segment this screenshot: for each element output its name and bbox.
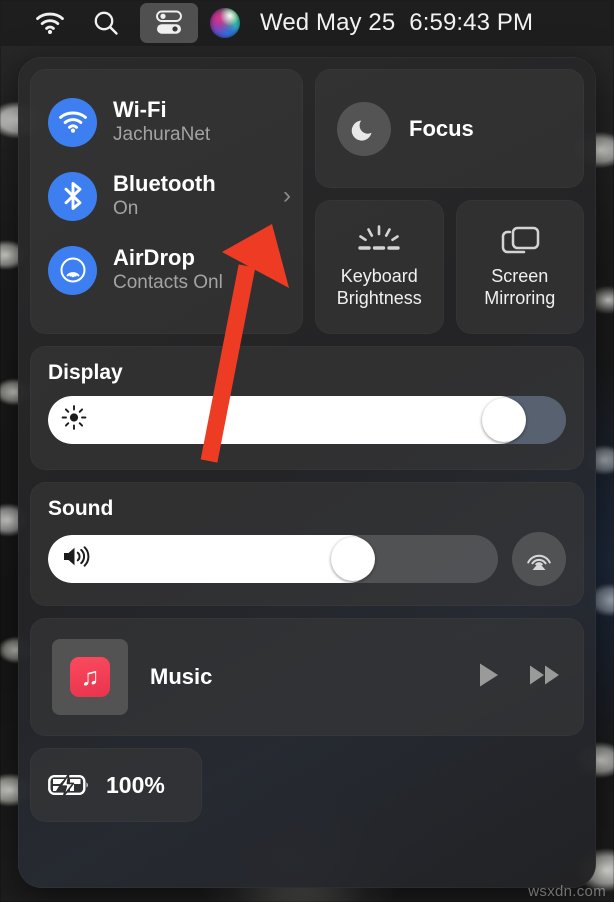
airdrop-text: AirDrop Contacts Onl xyxy=(113,245,223,295)
music-next-button[interactable] xyxy=(528,662,562,693)
bluetooth-icon-circle xyxy=(48,171,97,221)
screen-mirroring-tile[interactable]: Screen Mirroring xyxy=(455,200,584,334)
focus-label: Focus xyxy=(409,115,474,141)
bluetooth-text: Bluetooth On xyxy=(113,171,216,221)
bluetooth-status: On xyxy=(113,198,139,219)
display-slider-row xyxy=(48,396,566,444)
display-card: Display xyxy=(30,346,584,470)
bluetooth-icon xyxy=(64,182,81,210)
brightness-icon xyxy=(61,405,87,430)
focus-control[interactable]: Focus xyxy=(315,69,584,188)
screen: Wed May 25 6:59:43 PM Wi-Fi JachuraNet B… xyxy=(0,0,614,902)
speaker-icon xyxy=(64,546,90,567)
airdrop-control[interactable]: AirDrop Contacts Onl xyxy=(30,233,303,307)
battery-card[interactable]: 100% xyxy=(30,748,202,822)
wifi-status: JachuraNet xyxy=(113,124,211,145)
wifi-control[interactable]: Wi-Fi JachuraNet xyxy=(30,85,303,159)
airdrop-label: AirDrop xyxy=(113,245,195,270)
music-controls xyxy=(476,661,562,694)
moon-icon xyxy=(351,120,372,141)
sound-title: Sound xyxy=(48,497,114,520)
focus-icon-circle xyxy=(337,101,391,156)
bluetooth-label: Bluetooth xyxy=(113,171,216,196)
wifi-icon xyxy=(36,12,64,34)
airplay-audio-button[interactable] xyxy=(512,532,566,586)
display-slider-fill xyxy=(48,396,525,444)
wifi-text: Wi-Fi JachuraNet xyxy=(113,97,210,147)
airplay-audio-icon xyxy=(527,554,551,570)
sound-slider-fill xyxy=(48,535,374,583)
music-now-playing-card[interactable]: ♫ Music xyxy=(30,618,584,736)
speaker-icon-wrap xyxy=(61,545,91,574)
connectivity-card: Wi-Fi JachuraNet Bluetooth On › AirDrop … xyxy=(30,69,303,334)
wifi-label: Wi-Fi xyxy=(113,97,167,122)
brightness-icon-wrap xyxy=(61,405,87,436)
bluetooth-control[interactable]: Bluetooth On › xyxy=(30,159,303,233)
menubar-control-center-button[interactable] xyxy=(140,3,198,43)
play-icon xyxy=(480,663,498,686)
keyboard-brightness-label: Keyboard Brightness xyxy=(336,266,422,308)
airdrop-icon xyxy=(60,257,85,283)
control-center-panel: Wi-Fi JachuraNet Bluetooth On › AirDrop … xyxy=(18,57,596,888)
control-center-top-row: Wi-Fi JachuraNet Bluetooth On › AirDrop … xyxy=(30,69,584,334)
sound-card: Sound xyxy=(30,482,584,606)
fast-forward-icon xyxy=(530,665,559,684)
search-icon xyxy=(94,11,118,35)
menubar-clock[interactable]: Wed May 25 6:59:43 PM xyxy=(260,9,533,37)
screen-mirroring-icon xyxy=(501,226,539,254)
sound-slider-row xyxy=(48,532,566,586)
watermark: wsxdn.com xyxy=(528,883,606,900)
menubar-search-icon[interactable] xyxy=(84,3,128,43)
menubar-date: Wed May 25 xyxy=(260,9,396,36)
control-center-right-column: Focus Keyboard Brightness Screen Mirrori… xyxy=(315,69,584,334)
sound-slider-knob[interactable] xyxy=(331,537,376,581)
sound-volume-slider[interactable] xyxy=(48,535,498,583)
display-brightness-slider[interactable] xyxy=(48,396,566,444)
screen-mirroring-label: Screen Mirroring xyxy=(484,266,556,308)
music-play-button[interactable] xyxy=(476,661,502,694)
menubar-time: 6:59:43 PM xyxy=(409,9,534,36)
music-app-icon: ♫ xyxy=(70,657,110,697)
music-title: Music xyxy=(150,664,213,689)
airdrop-status: Contacts Onl xyxy=(113,272,223,293)
battery-charging-icon xyxy=(48,773,88,797)
control-center-tiles: Keyboard Brightness Screen Mirroring xyxy=(315,200,584,334)
wifi-icon xyxy=(58,111,87,133)
keyboard-brightness-icon xyxy=(358,225,400,250)
menu-bar: Wed May 25 6:59:43 PM xyxy=(0,0,614,46)
display-title: Display xyxy=(48,361,123,384)
keyboard-brightness-tile[interactable]: Keyboard Brightness xyxy=(315,200,444,334)
music-artwork-placeholder: ♫ xyxy=(52,639,128,715)
menubar-wifi-icon[interactable] xyxy=(28,3,72,43)
wifi-icon-circle xyxy=(48,97,97,147)
control-center-icon xyxy=(156,10,182,34)
display-slider-knob[interactable] xyxy=(482,398,527,442)
siri-icon xyxy=(210,8,240,38)
airdrop-icon-circle xyxy=(48,245,97,295)
battery-percent: 100% xyxy=(106,771,165,798)
menubar-siri-button[interactable] xyxy=(204,3,246,43)
bluetooth-chevron-right-icon[interactable]: › xyxy=(283,184,291,208)
